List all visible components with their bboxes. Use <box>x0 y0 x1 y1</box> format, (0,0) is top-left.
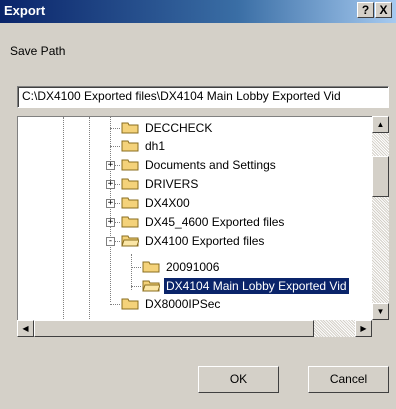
tree-item-label: DX4X00 <box>145 196 190 210</box>
up-arrow-icon: ▲ <box>376 120 385 129</box>
help-button[interactable]: ? <box>357 2 374 18</box>
scroll-up-button[interactable]: ▲ <box>372 116 389 133</box>
tree-item-label: Documents and Settings <box>145 158 276 172</box>
vertical-scroll-thumb[interactable] <box>372 156 389 197</box>
tree-connector <box>131 286 141 288</box>
open-folder-icon <box>121 235 139 247</box>
folder-icon <box>121 197 139 209</box>
tree-guide-line <box>63 117 65 320</box>
tree-connector <box>110 128 120 130</box>
tree-connector <box>131 267 141 269</box>
folder-icon <box>121 216 139 228</box>
tree-connector <box>115 203 120 205</box>
save-path-label: Save Path <box>10 44 66 58</box>
open-folder-icon <box>142 280 160 292</box>
close-icon: X <box>379 3 388 17</box>
title-bar[interactable]: Export ? X <box>0 0 396 23</box>
right-arrow-icon: ▶ <box>360 324 367 333</box>
tree-guide-line <box>131 254 133 290</box>
collapse-button[interactable]: - <box>106 237 115 246</box>
tree-connector <box>115 184 120 186</box>
tree-item-label: dh1 <box>145 139 166 153</box>
tree-connector <box>115 241 120 243</box>
cancel-button[interactable]: Cancel <box>308 366 389 393</box>
tree-item-label: DX4100 Exported files <box>145 234 265 248</box>
folder-icon <box>121 140 139 152</box>
expand-button[interactable]: + <box>106 161 115 170</box>
tree-connector <box>115 222 120 224</box>
ok-button[interactable]: OK <box>198 366 279 393</box>
tree-guide-line <box>110 117 112 302</box>
folder-icon <box>121 159 139 171</box>
tree-connector <box>110 146 120 148</box>
expand-button[interactable]: + <box>106 199 115 208</box>
tree-guide-line <box>89 117 91 320</box>
tree-item-label: DRIVERS <box>145 177 199 191</box>
window-title: Export <box>4 3 46 18</box>
folder-tree[interactable]: + + + + - DECCHECK dh1 Documents and Set… <box>17 116 372 320</box>
down-arrow-icon: ▼ <box>376 307 385 316</box>
tree-item-label: 20091006 <box>166 260 220 274</box>
vertical-scrollbar[interactable]: ▲ ▼ <box>372 116 389 320</box>
scroll-left-button[interactable]: ◀ <box>17 320 34 337</box>
expand-button[interactable]: + <box>106 180 115 189</box>
help-icon: ? <box>361 3 370 17</box>
folder-icon <box>142 261 160 273</box>
tree-item-label: DECCHECK <box>145 121 213 135</box>
scroll-right-button[interactable]: ▶ <box>355 320 372 337</box>
folder-icon <box>121 122 139 134</box>
left-arrow-icon: ◀ <box>22 324 29 333</box>
tree-connector <box>115 165 120 167</box>
tree-item-label: DX8000IPSec <box>145 297 221 311</box>
expand-button[interactable]: + <box>106 218 115 227</box>
export-dialog: Export ? X Save Path C:\DX4100 Exported … <box>0 0 396 409</box>
folder-icon <box>121 298 139 310</box>
folder-icon <box>121 178 139 190</box>
save-path-field[interactable]: C:\DX4100 Exported files\DX4104 Main Lob… <box>17 86 389 108</box>
horizontal-scrollbar[interactable]: ◀ ▶ <box>17 320 372 337</box>
scroll-down-button[interactable]: ▼ <box>372 303 389 320</box>
horizontal-scroll-thumb[interactable] <box>34 320 314 337</box>
scrollbar-corner <box>372 320 389 337</box>
tree-item-label: DX45_4600 Exported files <box>145 215 285 229</box>
tree-connector <box>110 304 120 306</box>
close-button[interactable]: X <box>375 2 392 18</box>
tree-item-label: DX4104 Main Lobby Exported Vid <box>164 278 349 294</box>
